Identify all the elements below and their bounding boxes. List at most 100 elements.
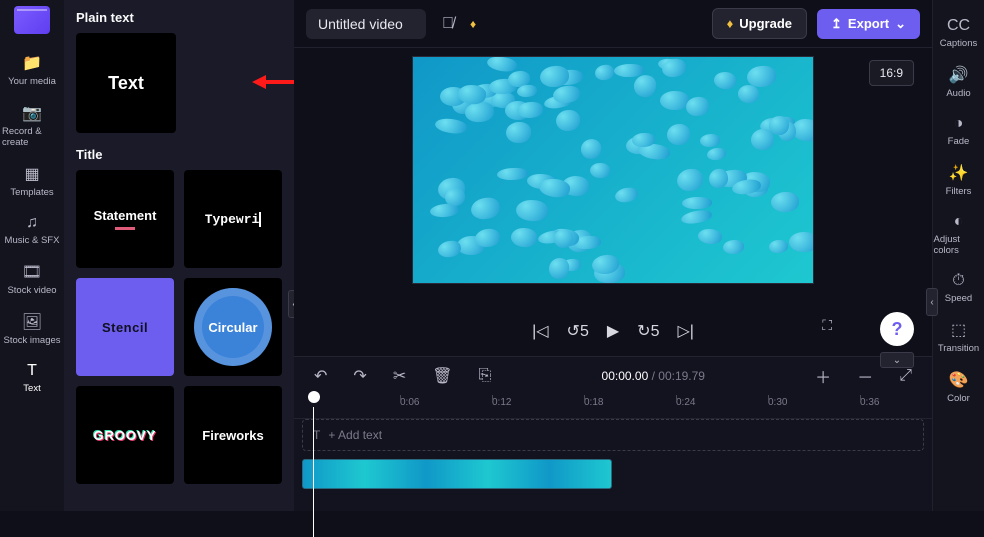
split-button[interactable]: ✂ — [387, 362, 412, 390]
sidebar-label: Record & create — [2, 126, 62, 148]
chevron-down-icon: ⌄ — [895, 16, 906, 32]
right-item-captions[interactable]: CC Captions — [934, 10, 984, 56]
main-editor: 👁̸ ♦ ♦Upgrade ↥Export⌄ 16:9 document.wri… — [294, 0, 932, 511]
sidebar-item-stock-video[interactable]: 🎞Stock video — [2, 255, 62, 303]
add-text-track[interactable]: T+ Add text — [302, 419, 924, 451]
aspect-ratio-button[interactable]: 16:9 — [869, 60, 914, 86]
ruler-tick: 0:24 — [676, 397, 695, 408]
sidebar-item-music-sfx[interactable]: ♫Music & SFX — [2, 207, 62, 253]
captions-icon: CC — [947, 17, 970, 35]
right-panel-toggle[interactable]: ‹ — [926, 288, 938, 316]
title-thumb-circular[interactable]: Circular — [184, 278, 282, 376]
add-text-label: + Add text — [328, 428, 382, 442]
ruler-tick: 0:06 — [400, 397, 419, 408]
speed-icon: ⏱ — [952, 272, 964, 290]
filters-icon: ✨ — [949, 163, 969, 183]
plain-text-label: Text — [108, 73, 144, 94]
undo-button[interactable]: ↶ — [308, 362, 333, 390]
sidebar-item-your-media[interactable]: 📁 Your media — [2, 46, 62, 94]
total-time: 00:19.79 — [658, 369, 705, 383]
video-preview[interactable]: document.write(Array.from({length:80},(_… — [412, 56, 814, 284]
skip-start-button[interactable]: |◁ — [532, 321, 548, 341]
delete-button[interactable]: 🗑 — [426, 362, 458, 390]
playback-controls: |◁ ↺5 ▶ ↻5 ▷| — [532, 321, 694, 341]
title-thumb-typewriter[interactable]: Typewri — [184, 170, 282, 268]
right-item-transition[interactable]: ⬚Transition — [934, 313, 984, 361]
video-track — [302, 459, 924, 489]
playhead[interactable] — [308, 395, 320, 537]
sidebar-item-record-create[interactable]: 📷Record & create — [2, 96, 62, 155]
text-icon: T — [27, 362, 37, 380]
timeline-ruler[interactable]: 0:06 0:12 0:18 0:24 0:30 0:36 — [294, 395, 932, 419]
right-item-filters[interactable]: ✨ Filters — [934, 156, 984, 204]
thumb-label: Fireworks — [202, 428, 263, 443]
rail-label: Filters — [946, 186, 972, 197]
fullscreen-button[interactable]: ⛶ — [822, 317, 832, 334]
text-panel: Plain text Text Title Statement Typewri … — [64, 0, 294, 511]
duplicate-button[interactable]: ⎘ — [473, 363, 498, 389]
timecode: 00:00.00 / 00:19.79 — [602, 369, 705, 383]
forward-5s-button[interactable]: ↻5 — [637, 321, 659, 341]
diamond-icon: ♦ — [470, 17, 476, 31]
redo-button[interactable]: ↷ — [347, 362, 372, 390]
visibility-toggle-icon[interactable]: 👁̸ — [436, 11, 460, 37]
title-thumb-fireworks[interactable]: Fireworks — [184, 386, 282, 484]
transition-icon: ⬚ — [951, 320, 966, 340]
ruler-tick: 0:36 — [860, 397, 879, 408]
ruler-tick: 0:12 — [492, 397, 511, 408]
right-item-adjust-colors[interactable]: ◐Adjust colors — [934, 206, 984, 263]
plain-text-thumb[interactable]: Text — [76, 33, 176, 133]
sidebar-item-text[interactable]: T Text — [2, 355, 62, 401]
red-arrow-annotation — [252, 70, 294, 99]
current-time: 00:00.00 — [602, 369, 649, 383]
zoom-in-button[interactable]: ＋ — [809, 360, 837, 392]
skip-end-button[interactable]: ▷| — [677, 321, 693, 341]
timeline: ↶ ↷ ✂ 🗑 ⎘ 00:00.00 / 00:19.79 ＋ － ⤢ 0:06… — [294, 356, 932, 511]
right-item-audio[interactable]: 🔊 Audio — [934, 58, 984, 106]
rewind-5s-button[interactable]: ↺5 — [567, 321, 589, 341]
sidebar-label: Music & SFX — [5, 235, 60, 246]
sidebar-label: Text — [23, 383, 40, 394]
top-bar: 👁̸ ♦ ♦Upgrade ↥Export⌄ — [294, 0, 932, 48]
upgrade-button[interactable]: ♦ Upgrade — [712, 8, 807, 39]
video-title-input[interactable] — [306, 9, 426, 39]
title-thumb-groovy[interactable]: GROOVY — [76, 386, 174, 484]
preview-stage: 16:9 document.write(Array.from({length:8… — [294, 48, 932, 356]
export-label: Export — [848, 16, 889, 31]
title-thumb-stencil[interactable]: Stencil — [76, 278, 174, 376]
film-icon: 🎞 — [22, 262, 42, 282]
sidebar-item-stock-images[interactable]: 🖼Stock images — [2, 305, 62, 353]
plain-text-heading: Plain text — [76, 10, 282, 25]
upgrade-label: Upgrade — [739, 16, 792, 31]
rail-label: Fade — [948, 136, 970, 147]
fade-icon: ◑ — [954, 115, 964, 133]
thumb-label: Statement — [94, 208, 157, 223]
video-clip[interactable] — [302, 459, 612, 489]
right-rail: CC Captions 🔊 Audio ◑ Fade ✨ Filters ◐Adjust… — [932, 0, 984, 511]
sidebar-label: Your media — [8, 76, 56, 87]
adjust-colors-icon: ◐ — [954, 213, 964, 231]
help-button[interactable]: ? — [880, 312, 914, 346]
tracks: T+ Add text — [294, 419, 932, 489]
export-button[interactable]: ↥Export⌄ — [817, 9, 920, 39]
title-thumb-statement[interactable]: Statement — [76, 170, 174, 268]
rail-label: Captions — [940, 38, 978, 49]
play-button[interactable]: ▶ — [607, 321, 619, 341]
zoom-out-button[interactable]: － — [851, 360, 879, 392]
folder-icon: 📁 — [22, 53, 42, 73]
audio-icon: 🔊 — [949, 65, 969, 85]
right-item-fade[interactable]: ◑ Fade — [934, 108, 984, 154]
right-item-speed[interactable]: ⏱Speed — [934, 265, 984, 311]
thumb-label: Typewri — [205, 212, 262, 227]
timeline-toolbar: ↶ ↷ ✂ 🗑 ⎘ 00:00.00 / 00:19.79 ＋ － ⤢ — [294, 357, 932, 395]
ruler-tick: 0:18 — [584, 397, 603, 408]
ruler-tick: 0:30 — [768, 397, 787, 408]
sidebar-item-templates[interactable]: ▦Templates — [2, 157, 62, 205]
rail-label: Audio — [946, 88, 970, 99]
stage-expand-toggle[interactable]: ⌄ — [880, 352, 914, 368]
rail-label: Color — [947, 393, 970, 404]
right-item-color[interactable]: 🎨Color — [934, 363, 984, 411]
diamond-icon: ♦ — [727, 16, 734, 31]
thumb-label: Circular — [208, 320, 257, 335]
thumb-label: Stencil — [102, 320, 148, 335]
